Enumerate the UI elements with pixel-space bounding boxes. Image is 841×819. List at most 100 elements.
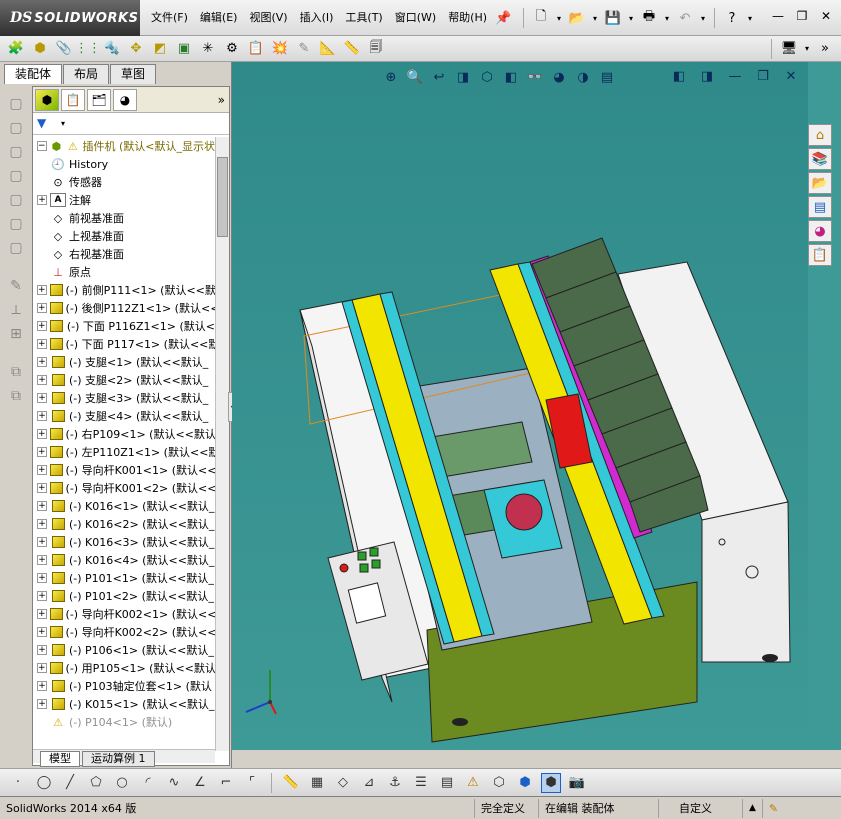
bill-of-materials-icon[interactable]: 📋 [246, 39, 266, 59]
expand-icon[interactable]: + [37, 357, 47, 367]
print-icon[interactable]: 🖶 [639, 8, 659, 28]
expand-icon[interactable]: + [37, 699, 47, 709]
corner-icon[interactable]: ⌐ [216, 773, 236, 793]
units-dropdown-icon[interactable]: ▲ [742, 798, 762, 818]
dropdown-arrow-icon[interactable]: ▾ [699, 8, 707, 28]
tab-layout[interactable]: 布局 [63, 64, 110, 84]
menu-insert[interactable]: 插入(I) [294, 7, 340, 29]
cube-icon[interactable]: ▢ [4, 166, 28, 186]
menu-file[interactable]: 文件(F) [145, 7, 194, 29]
cube-icon[interactable]: ▢ [4, 190, 28, 210]
menu-tools[interactable]: 工具(T) [339, 7, 388, 29]
graphics-viewport[interactable]: ⊕ 🔍 ↩ ◨ ⬡ ◧ 👓 ◕ ◑ ▤ ◧ ◨ — ❐ ✕ [232, 62, 808, 750]
tree-item[interactable]: + A 注解 [33, 191, 215, 209]
display-manager-tab-icon[interactable]: ◕ [113, 88, 137, 111]
cube-icon[interactable]: ▢ [4, 94, 28, 114]
save-icon[interactable]: 💾 [603, 8, 623, 28]
plane-icon[interactable]: ◇ [333, 773, 353, 793]
collapse-icon[interactable]: − [37, 141, 47, 151]
tree-item[interactable]: + (-) P101<2> (默认<<默认_ [33, 587, 215, 605]
new-motion-study-icon[interactable]: ⚙ [222, 39, 242, 59]
reference-geometry-icon[interactable]: ✳ [198, 39, 218, 59]
expand-icon[interactable]: + [37, 375, 47, 385]
undo-icon[interactable]: ↶ [675, 8, 695, 28]
open-folder-icon[interactable]: 📂 [567, 8, 587, 28]
home-icon[interactable]: ⌂ [808, 124, 832, 146]
polygon-icon[interactable]: ⬠ [86, 773, 106, 793]
circle-icon[interactable]: ◯ [34, 773, 54, 793]
tree-item[interactable]: ⚠ (-) P104<1> (默认) [33, 713, 215, 731]
tab-sketch[interactable]: 草图 [110, 64, 157, 84]
close-icon[interactable]: ✕ [817, 8, 835, 24]
tree-vertical-scrollbar[interactable] [215, 137, 229, 751]
file-explorer-icon[interactable]: 📂 [808, 172, 832, 194]
anchor-icon[interactable]: ⚓ [385, 773, 405, 793]
tree-item[interactable]: + (-) 支腿<3> (默认<<默认_ [33, 389, 215, 407]
dropdown-arrow-icon[interactable]: ▾ [555, 8, 563, 28]
dropdown-arrow-icon[interactable]: ▾ [627, 8, 635, 28]
expand-icon[interactable]: + [37, 393, 47, 403]
expand-icon[interactable]: + [37, 303, 47, 313]
linear-pattern-icon[interactable]: ⋮⋮ [75, 39, 101, 59]
dropdown-arrow-icon[interactable]: ▾ [591, 8, 599, 28]
tree-item[interactable]: + (-) 支腿<2> (默认<<默认_ [33, 371, 215, 389]
tree-item[interactable]: ◇ 上视基准面 [33, 227, 215, 245]
scrollbar-thumb[interactable] [217, 157, 228, 237]
table-icon[interactable]: ▤ [437, 773, 457, 793]
dashed-corner-icon[interactable]: ⌜ [242, 773, 262, 793]
relation-icon[interactable]: ⊿ [359, 773, 379, 793]
custom-properties-icon[interactable]: 📋 [808, 244, 832, 266]
dropdown-arrow-icon[interactable]: ▾ [746, 8, 754, 28]
ruler-icon[interactable]: 📏 [281, 773, 301, 793]
expand-icon[interactable]: + [37, 537, 47, 547]
cube-icon[interactable]: ▢ [4, 118, 28, 138]
expand-icon[interactable]: + [37, 447, 47, 457]
cube-icon[interactable]: ▢ [4, 142, 28, 162]
expand-icon[interactable]: + [37, 555, 47, 565]
cube-icon[interactable]: ▢ [4, 238, 28, 258]
toolbar-overflow-icon[interactable]: » [815, 39, 835, 59]
expand-icon[interactable]: + [37, 681, 47, 691]
arc-icon[interactable]: ◜ [138, 773, 158, 793]
tree-item[interactable]: + (-) 用P105<1> (默认<<默认 [33, 659, 215, 677]
feature-tree-tab-icon[interactable]: ⬢ [35, 88, 59, 111]
tree-item[interactable]: 🕘 History [33, 155, 215, 173]
menu-edit[interactable]: 编辑(E) [194, 7, 244, 29]
expand-icon[interactable]: + [37, 573, 47, 583]
solidworks-logo[interactable]: DS SOLIDWORKS [0, 0, 140, 36]
angle-icon[interactable]: ∠ [190, 773, 210, 793]
dropdown-arrow-icon[interactable]: ▾ [61, 119, 65, 128]
tree-item[interactable]: + (-) P106<1> (默认<<默认_ [33, 641, 215, 659]
menu-window[interactable]: 窗口(W) [389, 7, 442, 29]
tree-item[interactable]: + (-) 右P109<1> (默认<<默认 [33, 425, 215, 443]
grid-icon[interactable]: ▦ [307, 773, 327, 793]
mate-icon[interactable]: 📎 [54, 39, 74, 59]
show-hidden-icon[interactable]: ◩ [150, 39, 170, 59]
smart-fasteners-icon[interactable]: 🔩 [102, 39, 122, 59]
appearances-icon[interactable]: ◕ [808, 220, 832, 242]
tree-item[interactable]: + (-) P101<1> (默认<<默认_ [33, 569, 215, 587]
tree-item[interactable]: + (-) 支腿<4> (默认<<默认_ [33, 407, 215, 425]
tree-item[interactable]: + (-) 後側P112Z1<1> (默认<< [33, 299, 215, 317]
expand-icon[interactable]: + [37, 645, 47, 655]
restore-icon[interactable]: ❐ [793, 8, 811, 24]
tree-item[interactable]: + (-) 下面 P116Z1<1> (默认< [33, 317, 215, 335]
tree-root[interactable]: − ⬢ ⚠ 插件机 (默认<默认_显示状 [33, 137, 215, 155]
circle-icon[interactable]: ○ [112, 773, 132, 793]
insert-components-icon[interactable]: 🧩 [6, 39, 26, 59]
expand-icon[interactable]: + [37, 465, 47, 475]
menu-help[interactable]: 帮助(H) [442, 7, 493, 29]
tree-item[interactable]: + (-) 左P110Z1<1> (默认<<默 [33, 443, 215, 461]
new-document-icon[interactable]: 🗋 [531, 8, 551, 28]
tree-item[interactable]: + (-) K015<1> (默认<<默认_ [33, 695, 215, 713]
warning-part-icon[interactable]: ⚠ [463, 773, 483, 793]
help-icon[interactable]: ? [722, 8, 742, 28]
expand-icon[interactable]: + [37, 519, 47, 529]
expand-icon[interactable]: + [37, 483, 47, 493]
tree-item[interactable]: + (-) K016<3> (默认<<默认_ [33, 533, 215, 551]
tab-motion-study[interactable]: 运动算例 1 [82, 751, 155, 767]
dropdown-arrow-icon[interactable]: ▾ [663, 8, 671, 28]
cube-selected-icon[interactable]: ⬢ [541, 772, 561, 793]
tree-item[interactable]: ◇ 前视基准面 [33, 209, 215, 227]
sketch-icon[interactable]: ✎ [4, 276, 28, 296]
